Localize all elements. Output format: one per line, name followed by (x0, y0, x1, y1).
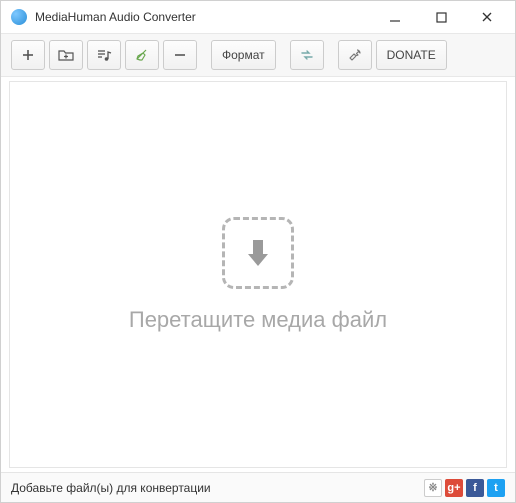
status-message: Добавьте файл(ы) для конвертации (11, 481, 211, 495)
vk-icon: ※ (428, 481, 437, 494)
drop-area[interactable]: Перетащите медиа файл (9, 81, 507, 468)
drop-target-icon (222, 217, 294, 289)
drop-hint-text: Перетащите медиа файл (129, 307, 387, 333)
folder-plus-icon (58, 48, 74, 62)
minimize-icon (389, 11, 401, 23)
titlebar: MediaHuman Audio Converter (1, 1, 515, 33)
add-file-button[interactable] (11, 40, 45, 70)
convert-button[interactable] (290, 40, 324, 70)
social-facebook-button[interactable]: f (466, 479, 484, 497)
googleplus-icon: g+ (447, 482, 460, 494)
app-window: MediaHuman Audio Converter (0, 0, 516, 503)
minus-icon (173, 48, 187, 62)
app-title: MediaHuman Audio Converter (35, 10, 381, 24)
convert-arrows-icon (299, 48, 315, 62)
facebook-icon: f (473, 482, 477, 494)
minimize-button[interactable] (381, 3, 409, 31)
settings-button[interactable] (338, 40, 372, 70)
donate-button[interactable]: DONATE (376, 40, 447, 70)
add-folder-button[interactable] (49, 40, 83, 70)
format-label: Формат (222, 48, 265, 62)
donate-label: DONATE (387, 48, 436, 62)
statusbar: Добавьте файл(ы) для конвертации ※ g+ f … (1, 472, 515, 502)
maximize-icon (436, 12, 447, 23)
maximize-button[interactable] (427, 3, 455, 31)
remove-button[interactable] (163, 40, 197, 70)
social-twitter-button[interactable]: t (487, 479, 505, 497)
broom-icon (134, 48, 150, 62)
playlist-music-icon (96, 48, 112, 62)
close-button[interactable] (473, 3, 501, 31)
plus-icon (21, 48, 35, 62)
clear-button[interactable] (125, 40, 159, 70)
add-tracks-button[interactable] (87, 40, 121, 70)
app-icon (11, 9, 27, 25)
close-icon (481, 11, 493, 23)
social-vk-button[interactable]: ※ (424, 479, 442, 497)
wrench-icon (348, 48, 362, 62)
format-button[interactable]: Формат (211, 40, 276, 70)
arrow-down-icon (241, 236, 275, 270)
toolbar: Формат DONATE (1, 33, 515, 77)
twitter-icon: t (494, 482, 498, 494)
window-controls (381, 3, 501, 31)
social-googleplus-button[interactable]: g+ (445, 479, 463, 497)
